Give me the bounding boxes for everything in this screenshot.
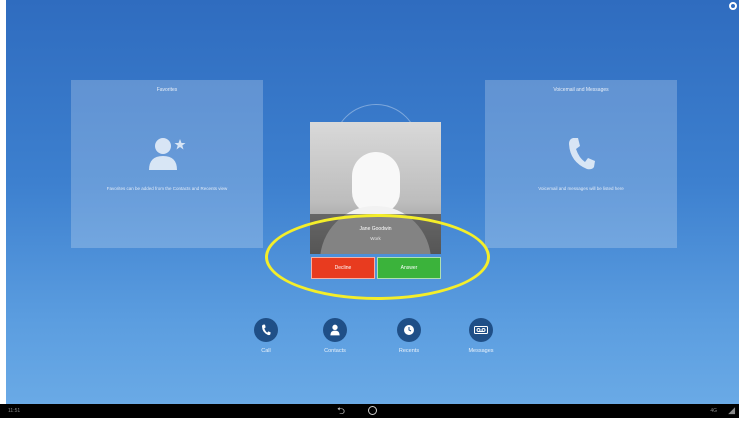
settings-icon[interactable] bbox=[729, 2, 737, 10]
call-label: Call bbox=[261, 348, 271, 354]
favorites-card[interactable]: Favorites Favorites can be added from th… bbox=[71, 80, 263, 248]
highlight-ellipse bbox=[265, 214, 490, 300]
signal-icon: ◢ bbox=[728, 405, 735, 415]
clock-icon bbox=[397, 318, 421, 342]
avatar-head bbox=[352, 152, 400, 214]
phone-icon bbox=[254, 318, 278, 342]
dock-messages[interactable]: Messages bbox=[461, 318, 501, 354]
messages-label: Messages bbox=[468, 348, 494, 354]
voicemail-empty-text: Voicemail and messages will be listed he… bbox=[538, 186, 624, 191]
recents-label: Recents bbox=[398, 348, 420, 354]
voicemail-title: Voicemail and Messages bbox=[553, 87, 609, 93]
person-icon bbox=[323, 318, 347, 342]
call-screen: Favorites Favorites can be added from th… bbox=[6, 0, 739, 406]
system-nav-bar: 11:51 ⮌ 4G ◢ bbox=[0, 404, 739, 418]
dock-call[interactable]: Call bbox=[246, 318, 286, 354]
dock-contacts[interactable]: Contacts bbox=[315, 318, 355, 354]
favorites-title: Favorites bbox=[156, 87, 178, 93]
status-time: 11:51 bbox=[8, 408, 21, 414]
person-star-icon bbox=[149, 138, 186, 170]
status-network: 4G bbox=[710, 408, 717, 414]
voicemail-card[interactable]: Voicemail and Messages Voicemail and mes… bbox=[485, 80, 677, 248]
dock-recents[interactable]: Recents bbox=[389, 318, 429, 354]
contacts-label: Contacts bbox=[324, 348, 346, 354]
favorites-empty-text: Favorites can be added from the Contacts… bbox=[106, 186, 228, 191]
voicemail-icon bbox=[469, 318, 493, 342]
back-icon[interactable]: ⮌ bbox=[337, 404, 345, 421]
phone-handset-icon bbox=[569, 138, 595, 170]
home-icon[interactable] bbox=[368, 406, 377, 415]
